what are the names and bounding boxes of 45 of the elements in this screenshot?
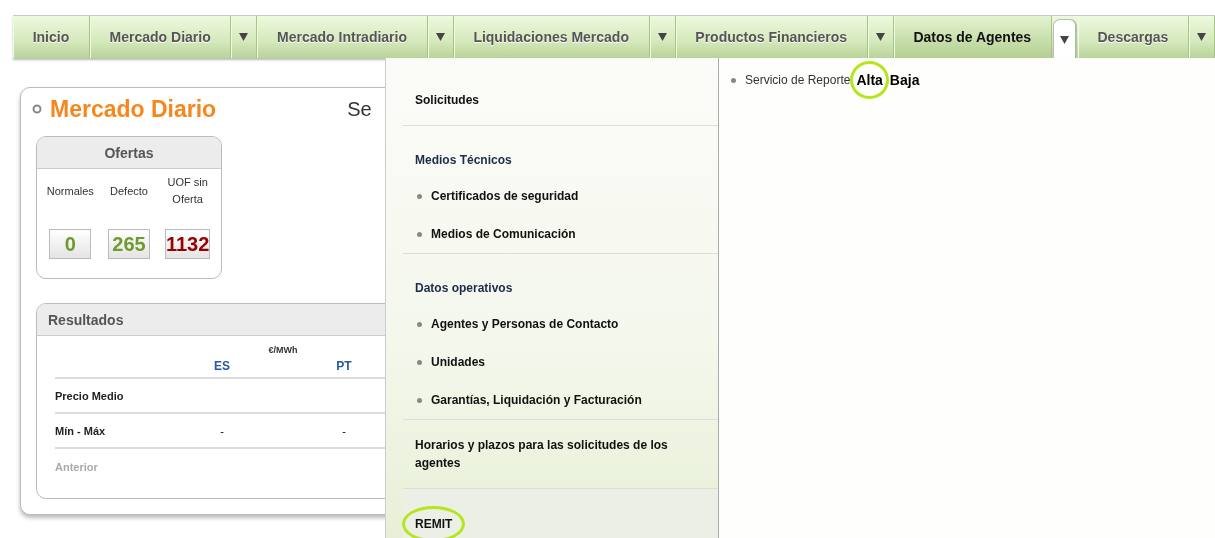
card-title: Mercado Diario bbox=[50, 95, 217, 123]
row-label: Precio Medio bbox=[55, 388, 125, 404]
count-box[interactable]: 1132 bbox=[164, 229, 211, 259]
bullet-icon bbox=[417, 231, 422, 237]
bullet-icon bbox=[731, 77, 736, 83]
menu-heading: Medios Técnicos bbox=[414, 152, 513, 169]
nav-tab[interactable]: Mercado Diario bbox=[89, 16, 232, 58]
caret-icon bbox=[1197, 33, 1206, 41]
bullet-icon bbox=[417, 321, 422, 327]
column-label: Defecto bbox=[110, 183, 148, 199]
caret-icon bbox=[875, 33, 885, 41]
caret-icon bbox=[657, 33, 667, 41]
bullet-icon bbox=[417, 193, 422, 199]
menu-heading: Datos operativos bbox=[414, 280, 514, 297]
column-label: UOF sin Oferta bbox=[166, 175, 209, 207]
table-cell-text: - bbox=[219, 423, 225, 439]
menu-link[interactable]: Solicitudes bbox=[415, 91, 479, 109]
menu-link[interactable]: Horarios y plazos para las solicitudes de los agentes bbox=[415, 436, 685, 472]
panel-header: Ofertas bbox=[37, 137, 221, 169]
dropdown-button[interactable] bbox=[231, 16, 258, 58]
nav-tab[interactable]: Inicio bbox=[13, 16, 90, 58]
row-label: Mín - Máx bbox=[55, 423, 107, 439]
action-link[interactable]: Baja bbox=[889, 72, 920, 88]
column-label: Normales bbox=[46, 183, 94, 199]
caret-icon bbox=[435, 33, 445, 41]
menu-link[interactable]: Agentes y Personas de Contacto bbox=[431, 317, 619, 331]
menu-link[interactable]: Unidades bbox=[431, 355, 485, 369]
dropdown-button[interactable] bbox=[1053, 20, 1076, 58]
action-link[interactable]: Alta bbox=[856, 72, 883, 88]
bullet-icon bbox=[417, 397, 422, 403]
menu-link[interactable]: Medios de Comunicación bbox=[431, 227, 576, 241]
menu-link[interactable]: Garantías, Liquidación y Facturación bbox=[431, 393, 642, 407]
column-header: ES bbox=[213, 358, 231, 375]
caret-icon bbox=[1059, 35, 1069, 44]
menu-link[interactable]: REMIT bbox=[415, 515, 453, 533]
item-label: Servicio de Reporte bbox=[745, 73, 851, 87]
bullet-icon bbox=[417, 359, 422, 365]
nav-tab[interactable]: Datos de Agentes bbox=[893, 16, 1052, 58]
table-cell-text: - bbox=[341, 423, 347, 439]
menu-link[interactable]: Certificados de seguridad bbox=[431, 189, 579, 203]
caret-icon bbox=[239, 33, 249, 41]
section-title: Se bbox=[347, 97, 372, 121]
unit-label: €/MWh bbox=[267, 344, 299, 355]
column-header: PT bbox=[335, 358, 353, 375]
refresh-icon[interactable] bbox=[32, 104, 42, 114]
